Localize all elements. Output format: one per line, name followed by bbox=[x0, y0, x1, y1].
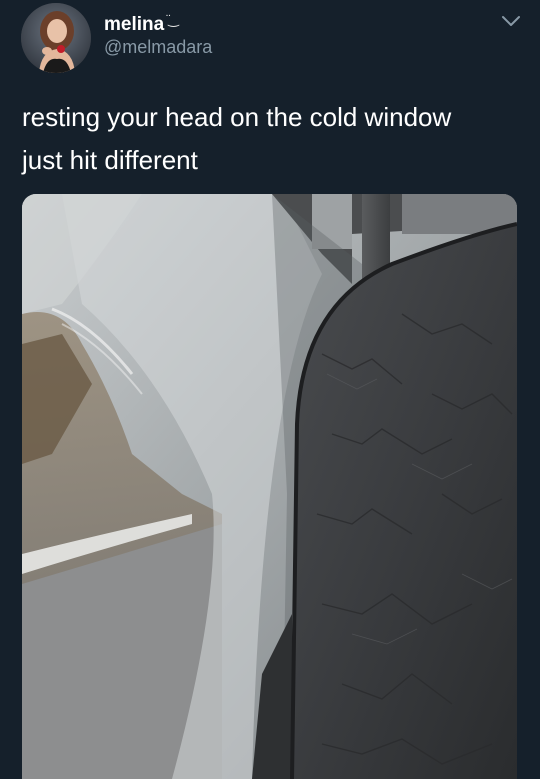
display-name-text: melina bbox=[104, 14, 165, 35]
name-emoji: ̈‿ bbox=[168, 12, 179, 27]
tweet-text: resting your head on the cold window jus… bbox=[22, 102, 452, 175]
chevron-down-icon[interactable] bbox=[500, 12, 522, 30]
avatar[interactable] bbox=[21, 3, 91, 73]
display-name[interactable]: melinä‿ bbox=[104, 12, 179, 36]
tweet-card: melinä‿ @melmadara resting your head on… bbox=[0, 0, 540, 779]
user-handle[interactable]: @melmadara bbox=[104, 37, 212, 58]
tweet-photo[interactable] bbox=[22, 194, 517, 779]
